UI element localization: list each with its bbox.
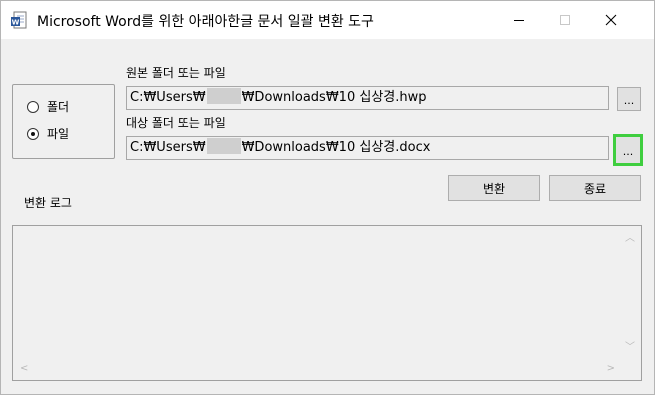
radio-file[interactable]: 파일 [27, 125, 69, 142]
window-title: Microsoft Word를 위한 아래아한글 문서 일괄 변환 도구 [37, 14, 374, 30]
target-path-field[interactable]: C:₩Users₩ ₩Downloads₩10 십상경.docx [126, 136, 609, 160]
target-path-prefix: C:₩Users₩ [130, 140, 206, 155]
radio-file-indicator[interactable] [27, 127, 39, 140]
log-label: 변환 로그 [24, 196, 72, 210]
radio-folder-indicator[interactable] [27, 100, 39, 113]
exit-button[interactable]: 종료 [549, 175, 641, 201]
maximize-button[interactable] [542, 1, 588, 39]
source-path-prefix: C:₩Users₩ [130, 90, 206, 105]
log-textarea[interactable]: ︿ ﹀ < > [12, 225, 642, 381]
target-path-suffix: ₩Downloads₩10 십상경.docx [241, 140, 431, 155]
scroll-left-icon[interactable]: < [20, 364, 28, 374]
scroll-up-icon[interactable]: ︿ [625, 234, 635, 244]
minimize-button[interactable] [496, 1, 542, 39]
close-button[interactable] [588, 1, 634, 39]
scroll-down-icon[interactable]: ﹀ [625, 343, 635, 353]
title-bar[interactable]: W Microsoft Word를 위한 아래아한글 문서 일괄 변환 도구 [1, 1, 654, 39]
svg-text:W: W [12, 19, 20, 27]
redacted-username [206, 138, 241, 154]
main-window: W Microsoft Word를 위한 아래아한글 문서 일괄 변환 도구 폴… [0, 0, 655, 395]
source-label: 원본 폴더 또는 파일 [126, 66, 226, 80]
radio-folder-label: 폴더 [47, 100, 70, 114]
source-path-field[interactable]: C:₩Users₩ ₩Downloads₩10 십상경.hwp [126, 86, 609, 110]
minimize-icon [514, 20, 524, 21]
radio-file-label: 파일 [47, 127, 70, 141]
target-label: 대상 폴더 또는 파일 [126, 116, 226, 130]
redacted-username [206, 88, 241, 104]
radio-folder[interactable]: 폴더 [27, 98, 69, 115]
maximize-icon [560, 15, 570, 25]
scroll-right-icon[interactable]: > [607, 364, 615, 374]
convert-button[interactable]: 변환 [448, 175, 540, 201]
mode-groupbox: 폴더 파일 [12, 84, 115, 159]
source-browse-button[interactable]: ... [617, 87, 641, 111]
word-doc-icon: W [11, 11, 27, 29]
target-browse-button[interactable]: ... [613, 134, 643, 166]
close-icon [605, 14, 617, 26]
source-path-suffix: ₩Downloads₩10 십상경.hwp [241, 90, 427, 105]
